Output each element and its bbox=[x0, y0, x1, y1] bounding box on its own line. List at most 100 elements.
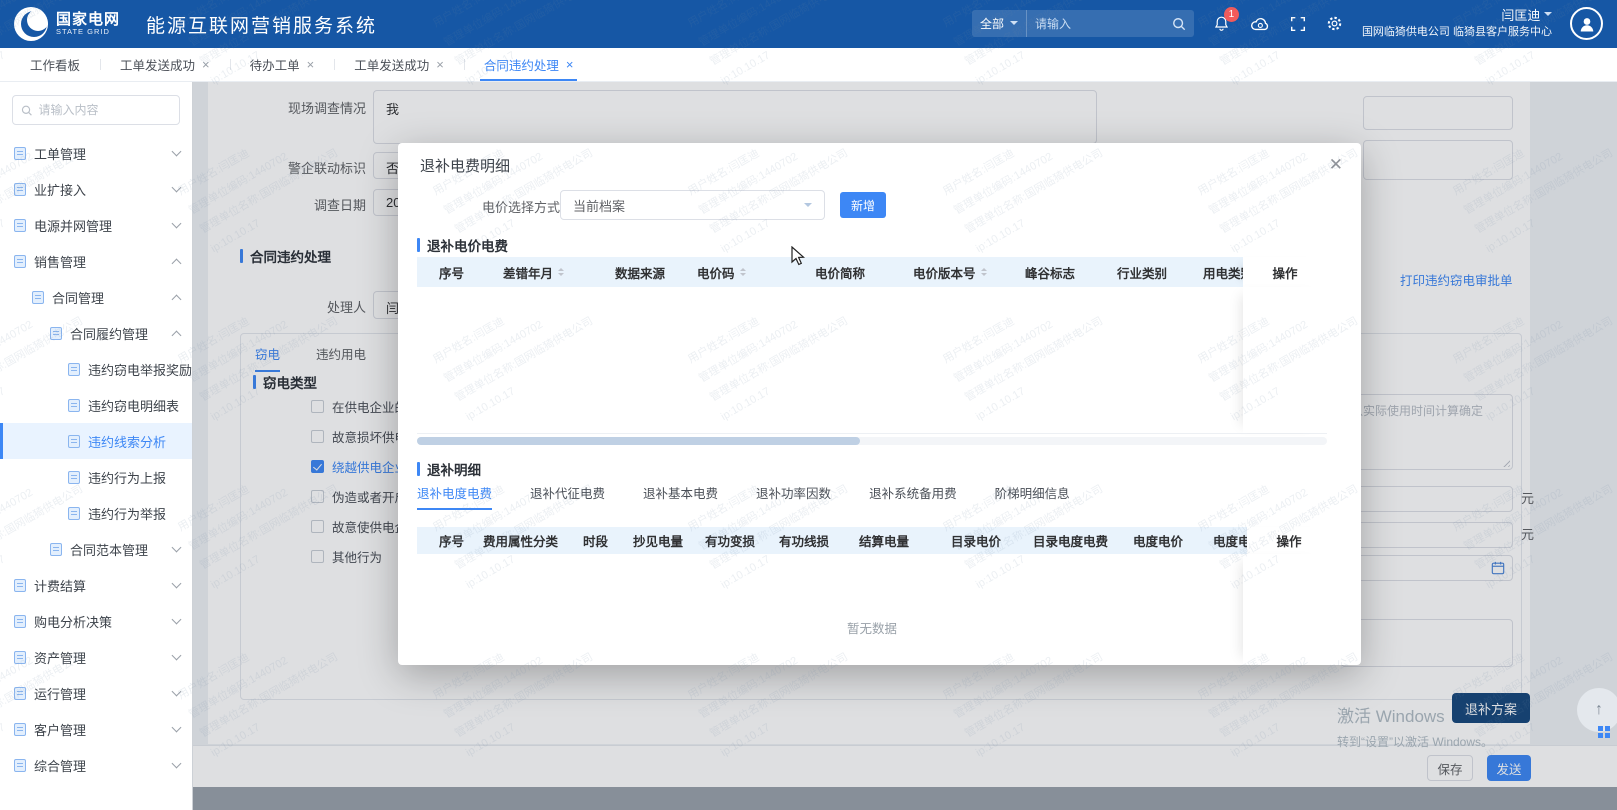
sort-icon[interactable] bbox=[740, 265, 746, 279]
column-header[interactable]: 有功线损 bbox=[779, 527, 859, 554]
search-input[interactable] bbox=[1027, 17, 1172, 31]
search-icon bbox=[21, 104, 32, 117]
sidebar-item[interactable]: 合同履约管理 bbox=[0, 315, 192, 351]
sidebar-item[interactable]: 资产管理 bbox=[0, 639, 192, 675]
column-header[interactable]: 结算电量 bbox=[859, 527, 951, 554]
search-icon[interactable] bbox=[1172, 17, 1186, 31]
refund-detail-tab[interactable]: 退补系统备用费 bbox=[869, 483, 957, 510]
document-icon bbox=[14, 759, 26, 772]
search-scope-select[interactable]: 全部 bbox=[972, 10, 1027, 37]
column-header-label: 抄见电量 bbox=[633, 531, 683, 550]
modal-header: 退补电费明细 bbox=[398, 143, 1361, 187]
notification-bell-icon[interactable]: 1 bbox=[1212, 14, 1231, 33]
column-header[interactable]: 电价简称 bbox=[815, 257, 913, 287]
chevron-icon bbox=[172, 651, 182, 661]
sidebar-item-label: 违约行为举报 bbox=[88, 504, 166, 523]
refund-detail-tabs: 退补电度电费 退补代征电费 退补基本电费 退补功率因数 退补系统备用费 阶梯明细… bbox=[417, 483, 1070, 513]
sidebar-item[interactable]: 违约窃电举报奖励 bbox=[0, 351, 192, 387]
fullscreen-icon[interactable] bbox=[1289, 15, 1307, 33]
column-header[interactable]: 有功变损 bbox=[705, 527, 779, 554]
cloud-sync-icon[interactable] bbox=[1249, 14, 1271, 34]
sidebar-item[interactable]: 违约线索分析 bbox=[0, 423, 192, 459]
sidebar-item-label: 违约窃电明细表 bbox=[88, 396, 179, 415]
sidebar-item[interactable]: 运行管理 bbox=[0, 675, 192, 711]
sidebar-item[interactable]: 客户管理 bbox=[0, 711, 192, 747]
sidebar-item[interactable]: 销售管理 bbox=[0, 243, 192, 279]
column-header-label: 序号 bbox=[439, 531, 464, 550]
sidebar-item-label: 计费结算 bbox=[34, 576, 86, 595]
column-header[interactable]: 序号 bbox=[439, 527, 483, 554]
sidebar-item[interactable]: 电源并网管理 bbox=[0, 207, 192, 243]
column-header[interactable]: 抄见电量 bbox=[633, 527, 705, 554]
sidebar-item[interactable]: 违约窃电明细表 bbox=[0, 387, 192, 423]
energy-fee-table-body: 暂无数据 bbox=[417, 554, 1327, 665]
user-menu[interactable]: 闫匡迪 国网临猗供电公司 临猗县客户服务中心 bbox=[1362, 7, 1552, 41]
close-icon[interactable]: × bbox=[436, 58, 444, 71]
column-header[interactable]: 电度电价 bbox=[1133, 527, 1213, 554]
sidebar-item[interactable]: 综合管理 bbox=[0, 747, 192, 783]
sidebar-item[interactable]: 合同范本管理 bbox=[0, 531, 192, 567]
close-icon[interactable]: × bbox=[307, 58, 315, 71]
column-header[interactable]: 时段 bbox=[583, 527, 633, 554]
column-header[interactable]: 操作 bbox=[1243, 257, 1327, 287]
close-icon[interactable]: × bbox=[202, 58, 210, 71]
column-header[interactable]: 电度电费 bbox=[1213, 527, 1247, 554]
sidebar-search-input[interactable] bbox=[38, 103, 171, 117]
sidebar-item[interactable]: 合同管理 bbox=[0, 279, 192, 315]
column-header[interactable]: 行业类别 bbox=[1117, 257, 1203, 287]
sidebar-item-label: 违约线索分析 bbox=[88, 432, 166, 451]
back-to-top-button[interactable]: ↑ bbox=[1577, 688, 1617, 732]
widget-grid-icon[interactable] bbox=[1598, 726, 1610, 738]
refund-detail-modal: 退补电费明细 ✕ 电价选择方式 当前档案 新增 退补电价电费 序号 差错年月 bbox=[398, 143, 1361, 665]
column-header[interactable]: 目录电度电费 bbox=[1033, 527, 1133, 554]
chevron-icon bbox=[172, 687, 182, 697]
page-tab[interactable]: 工单发送成功 × bbox=[100, 48, 230, 81]
column-header[interactable]: 差错年月 bbox=[503, 257, 615, 287]
sidebar: 工单管理 业扩接入 电源并网管理 销售管理 bbox=[0, 82, 192, 810]
document-icon bbox=[14, 255, 26, 268]
sidebar-item[interactable]: 购电分析决策 bbox=[0, 603, 192, 639]
refund-detail-tab[interactable]: 阶梯明细信息 bbox=[995, 483, 1070, 510]
page-tab-label: 合同违约处理 bbox=[484, 55, 559, 74]
column-header[interactable]: 操作 bbox=[1247, 527, 1331, 554]
column-header[interactable]: 费用属性分类 bbox=[483, 527, 583, 554]
modal-close-icon[interactable]: ✕ bbox=[1329, 156, 1343, 173]
sort-icon[interactable] bbox=[981, 265, 987, 279]
price-mode-select[interactable]: 当前档案 bbox=[560, 190, 825, 220]
close-icon[interactable]: × bbox=[566, 58, 574, 71]
search-scope-value: 全部 bbox=[980, 15, 1004, 32]
refund-detail-tab-label: 退补电度电费 bbox=[417, 487, 492, 501]
column-header[interactable]: 序号 bbox=[439, 257, 503, 287]
column-header[interactable]: 峰谷标志 bbox=[1025, 257, 1117, 287]
page-tab[interactable]: 待办工单 × bbox=[230, 48, 335, 81]
sort-icon[interactable] bbox=[558, 265, 564, 279]
column-header[interactable]: 目录电价 bbox=[951, 527, 1033, 554]
sidebar-item[interactable]: 工单管理 bbox=[0, 135, 192, 171]
column-header[interactable]: 电价版本号 bbox=[913, 257, 1025, 287]
chevron-down-icon bbox=[1544, 12, 1552, 20]
page-tab[interactable]: 工单发送成功 × bbox=[334, 48, 464, 81]
document-icon bbox=[68, 471, 80, 484]
scrollbar-thumb[interactable] bbox=[417, 437, 860, 445]
refund-detail-tab[interactable]: 退补功率因数 bbox=[756, 483, 831, 510]
refund-detail-tab[interactable]: 退补基本电费 bbox=[643, 483, 718, 510]
sidebar-item[interactable]: 计费结算 bbox=[0, 567, 192, 603]
modal-title: 退补电费明细 bbox=[420, 155, 510, 176]
page-tab[interactable]: 工作看板 bbox=[10, 48, 100, 81]
avatar[interactable] bbox=[1570, 7, 1603, 40]
page-tab[interactable]: 合同违约处理 × bbox=[464, 48, 594, 81]
settings-gear-icon[interactable] bbox=[1325, 14, 1344, 33]
refund-detail-tab[interactable]: 退补电度电费 bbox=[417, 483, 492, 510]
sidebar-item[interactable]: 违约行为举报 bbox=[0, 495, 192, 531]
energy-fee-table-header: 序号 费用属性分类 时段 抄见电量 bbox=[417, 527, 1327, 554]
column-header[interactable]: 用电类别 bbox=[1203, 257, 1243, 287]
sidebar-item-label: 资产管理 bbox=[34, 648, 86, 667]
sidebar-item[interactable]: 违约行为上报 bbox=[0, 459, 192, 495]
state-grid-logo-icon bbox=[14, 7, 48, 41]
refund-detail-tab-label: 退补代征电费 bbox=[530, 487, 605, 501]
column-header[interactable]: 数据来源 bbox=[615, 257, 697, 287]
column-header[interactable]: 电价码 bbox=[697, 257, 815, 287]
add-button[interactable]: 新增 bbox=[840, 192, 886, 218]
refund-detail-tab[interactable]: 退补代征电费 bbox=[530, 483, 605, 510]
sidebar-item[interactable]: 业扩接入 bbox=[0, 171, 192, 207]
